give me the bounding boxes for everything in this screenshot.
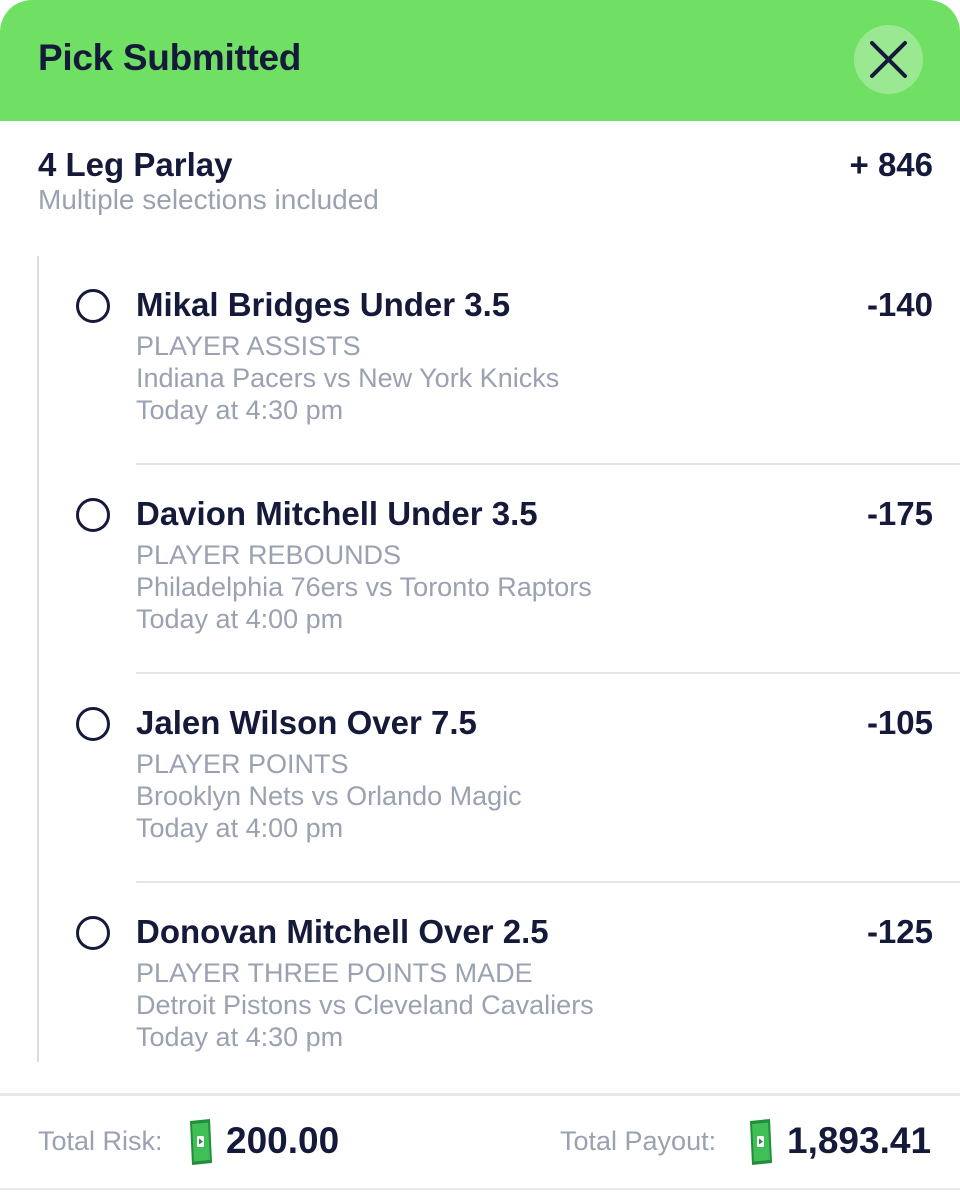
- close-button[interactable]: [854, 25, 923, 94]
- leg-title: Mikal Bridges Under 3.5: [136, 286, 511, 323]
- leg-status-circle-icon: [76, 498, 110, 532]
- parlay-subtitle: Multiple selections included: [38, 184, 379, 215]
- leg-time: Today at 4:30 pm: [136, 395, 344, 425]
- leg-matchup: Indiana Pacers vs New York Knicks: [136, 363, 560, 393]
- close-icon: [870, 41, 907, 78]
- leg-odds: -125: [866, 913, 933, 950]
- total-risk-label: Total Risk:: [38, 1126, 163, 1156]
- pick-submitted-card: Pick Submitted 4 Leg Parlay Multiple sel…: [0, 0, 960, 1200]
- leg-title: Jalen Wilson Over 7.5: [136, 704, 477, 741]
- leg-status-circle-icon: [76, 289, 110, 323]
- page-title: Pick Submitted: [38, 37, 302, 78]
- leg-market: PLAYER ASSISTS: [136, 331, 361, 361]
- cash-icon: [750, 1119, 772, 1165]
- leg-time: Today at 4:30 pm: [136, 1022, 344, 1052]
- footer-divider: [0, 1093, 960, 1096]
- parlay-title: 4 Leg Parlay: [38, 146, 233, 183]
- leg-market: PLAYER POINTS: [136, 749, 349, 779]
- leg-matchup: Philadelphia 76ers vs Toronto Raptors: [136, 572, 592, 602]
- leg-market: PLAYER REBOUNDS: [136, 540, 402, 570]
- leg-item: Davion Mitchell Under 3.5 -175 PLAYER RE…: [0, 465, 960, 674]
- leg-title: Davion Mitchell Under 3.5: [136, 495, 538, 532]
- leg-status-circle-icon: [76, 916, 110, 950]
- leg-item: Donovan Mitchell Over 2.5 -125 PLAYER TH…: [0, 883, 960, 1092]
- parlay-odds: + 846: [849, 146, 934, 183]
- leg-matchup: Detroit Pistons vs Cleveland Cavaliers: [136, 990, 594, 1020]
- total-payout-label: Total Payout:: [560, 1126, 717, 1156]
- leg-title: Donovan Mitchell Over 2.5: [136, 913, 549, 950]
- header-bar: Pick Submitted: [0, 0, 960, 121]
- cash-icon: [190, 1119, 212, 1165]
- leg-time: Today at 4:00 pm: [136, 813, 344, 843]
- leg-odds: -175: [866, 495, 933, 532]
- footer-bottom-divider: [0, 1188, 960, 1190]
- leg-odds: -105: [866, 704, 933, 741]
- total-risk-value: 200.00: [226, 1120, 340, 1161]
- leg-time: Today at 4:00 pm: [136, 604, 344, 634]
- leg-market: PLAYER THREE POINTS MADE: [136, 958, 533, 988]
- leg-status-circle-icon: [76, 707, 110, 741]
- leg-odds: -140: [866, 286, 933, 323]
- leg-item: Mikal Bridges Under 3.5 -140 PLAYER ASSI…: [0, 256, 960, 465]
- total-payout-value: 1,893.41: [787, 1120, 932, 1161]
- leg-item: Jalen Wilson Over 7.5 -105 PLAYER POINTS…: [0, 674, 960, 883]
- leg-matchup: Brooklyn Nets vs Orlando Magic: [136, 781, 522, 811]
